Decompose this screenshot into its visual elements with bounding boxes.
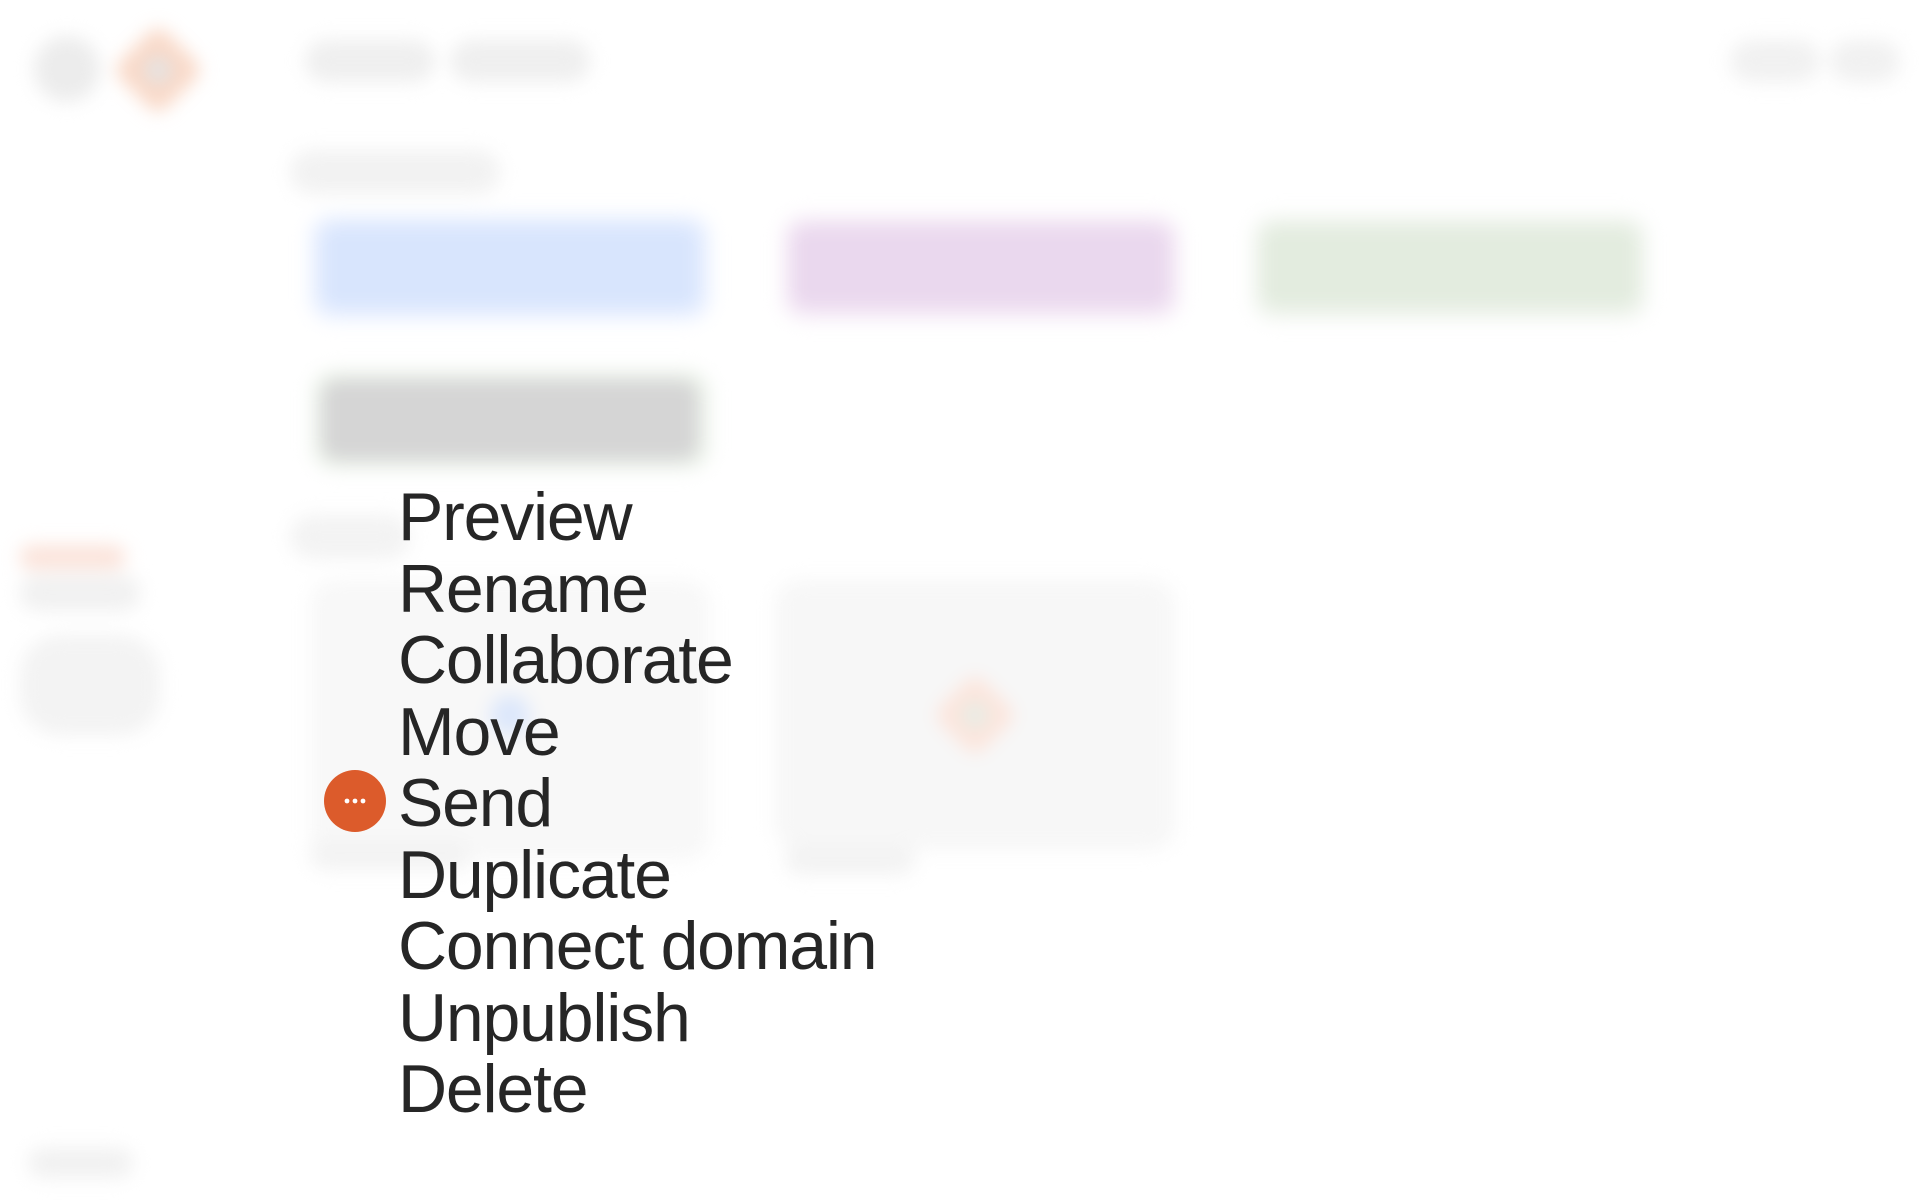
section-heading — [290, 150, 500, 194]
more-options-button[interactable] — [324, 770, 386, 832]
menu-item-connect-domain[interactable]: Connect domain — [398, 910, 878, 983]
header-action-2 — [1830, 40, 1900, 82]
logo-core — [141, 53, 175, 87]
card-green-inner — [1262, 226, 1638, 308]
card-purple-inner — [792, 226, 1170, 308]
card-blue-inner — [322, 226, 698, 308]
nav-pill-2 — [450, 40, 590, 82]
site-tile-logo-core — [958, 698, 992, 732]
menu-item-preview[interactable]: Preview — [398, 481, 876, 554]
sidebar-footer — [28, 1148, 133, 1178]
menu-item-rename[interactable]: Rename — [398, 553, 876, 626]
card-gray-inner — [322, 380, 698, 460]
menu-item-duplicate[interactable]: Duplicate — [398, 839, 876, 912]
logo-icon — [111, 23, 205, 117]
menu-item-delete[interactable]: Delete — [398, 1053, 876, 1126]
card-green — [1252, 215, 1648, 320]
menu-item-move[interactable]: Move — [398, 696, 876, 769]
card-blue — [310, 215, 710, 320]
nav-pill-1 — [305, 40, 435, 82]
sidebar-accent — [20, 545, 125, 569]
context-menu: Preview Rename Collaborate Move Send Dup… — [398, 481, 878, 1126]
card-purple — [782, 215, 1180, 320]
sidebar-item-2 — [20, 635, 160, 735]
card-gray — [312, 370, 710, 470]
sidebar-item-1 — [20, 575, 140, 611]
blurred-background — [0, 0, 1920, 1200]
menu-item-unpublish[interactable]: Unpublish — [398, 982, 876, 1055]
more-horizontal-icon — [344, 798, 366, 804]
site-tile-logo-icon — [932, 672, 1018, 758]
menu-item-send[interactable]: Send — [398, 767, 876, 840]
avatar — [34, 36, 100, 102]
menu-item-collaborate[interactable]: Collaborate — [398, 624, 876, 697]
header-action-1 — [1730, 40, 1820, 82]
section-heading-2 — [290, 515, 410, 559]
